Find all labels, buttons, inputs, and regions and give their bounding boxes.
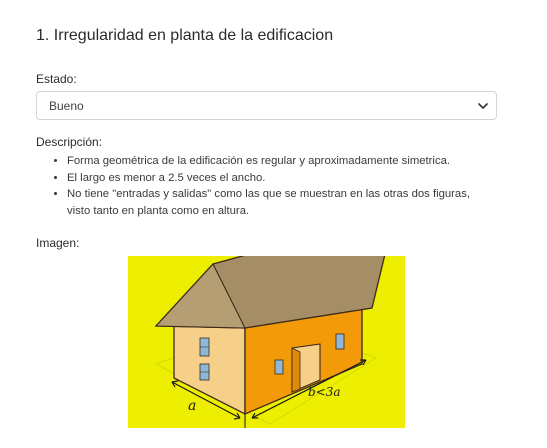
dimension-b-label: b<3a <box>308 385 341 399</box>
house-drawing: a b<3a <box>128 256 405 428</box>
estado-label: Estado: <box>36 72 77 86</box>
form-page: 1. Irregularidad en planta de la edifica… <box>0 0 547 448</box>
dimension-a-label: a <box>188 398 196 414</box>
descripcion-label: Descripción: <box>36 135 103 149</box>
list-item: Forma geométrica de la edificación es re… <box>67 153 476 170</box>
list-item: No tiene "entradas y salidas" como las q… <box>67 186 476 219</box>
chevron-down-icon <box>478 103 488 109</box>
descripcion-list: Forma geométrica de la edificación es re… <box>36 153 476 219</box>
estado-select[interactable]: Bueno <box>36 91 497 120</box>
estado-select-value: Bueno <box>49 99 84 113</box>
imagen-label: Imagen: <box>36 236 80 250</box>
house-illustration: a b<3a <box>128 256 405 428</box>
section-title: 1. Irregularidad en planta de la edifica… <box>36 27 334 44</box>
list-item: El largo es menor a 2.5 veces el ancho. <box>67 170 476 187</box>
